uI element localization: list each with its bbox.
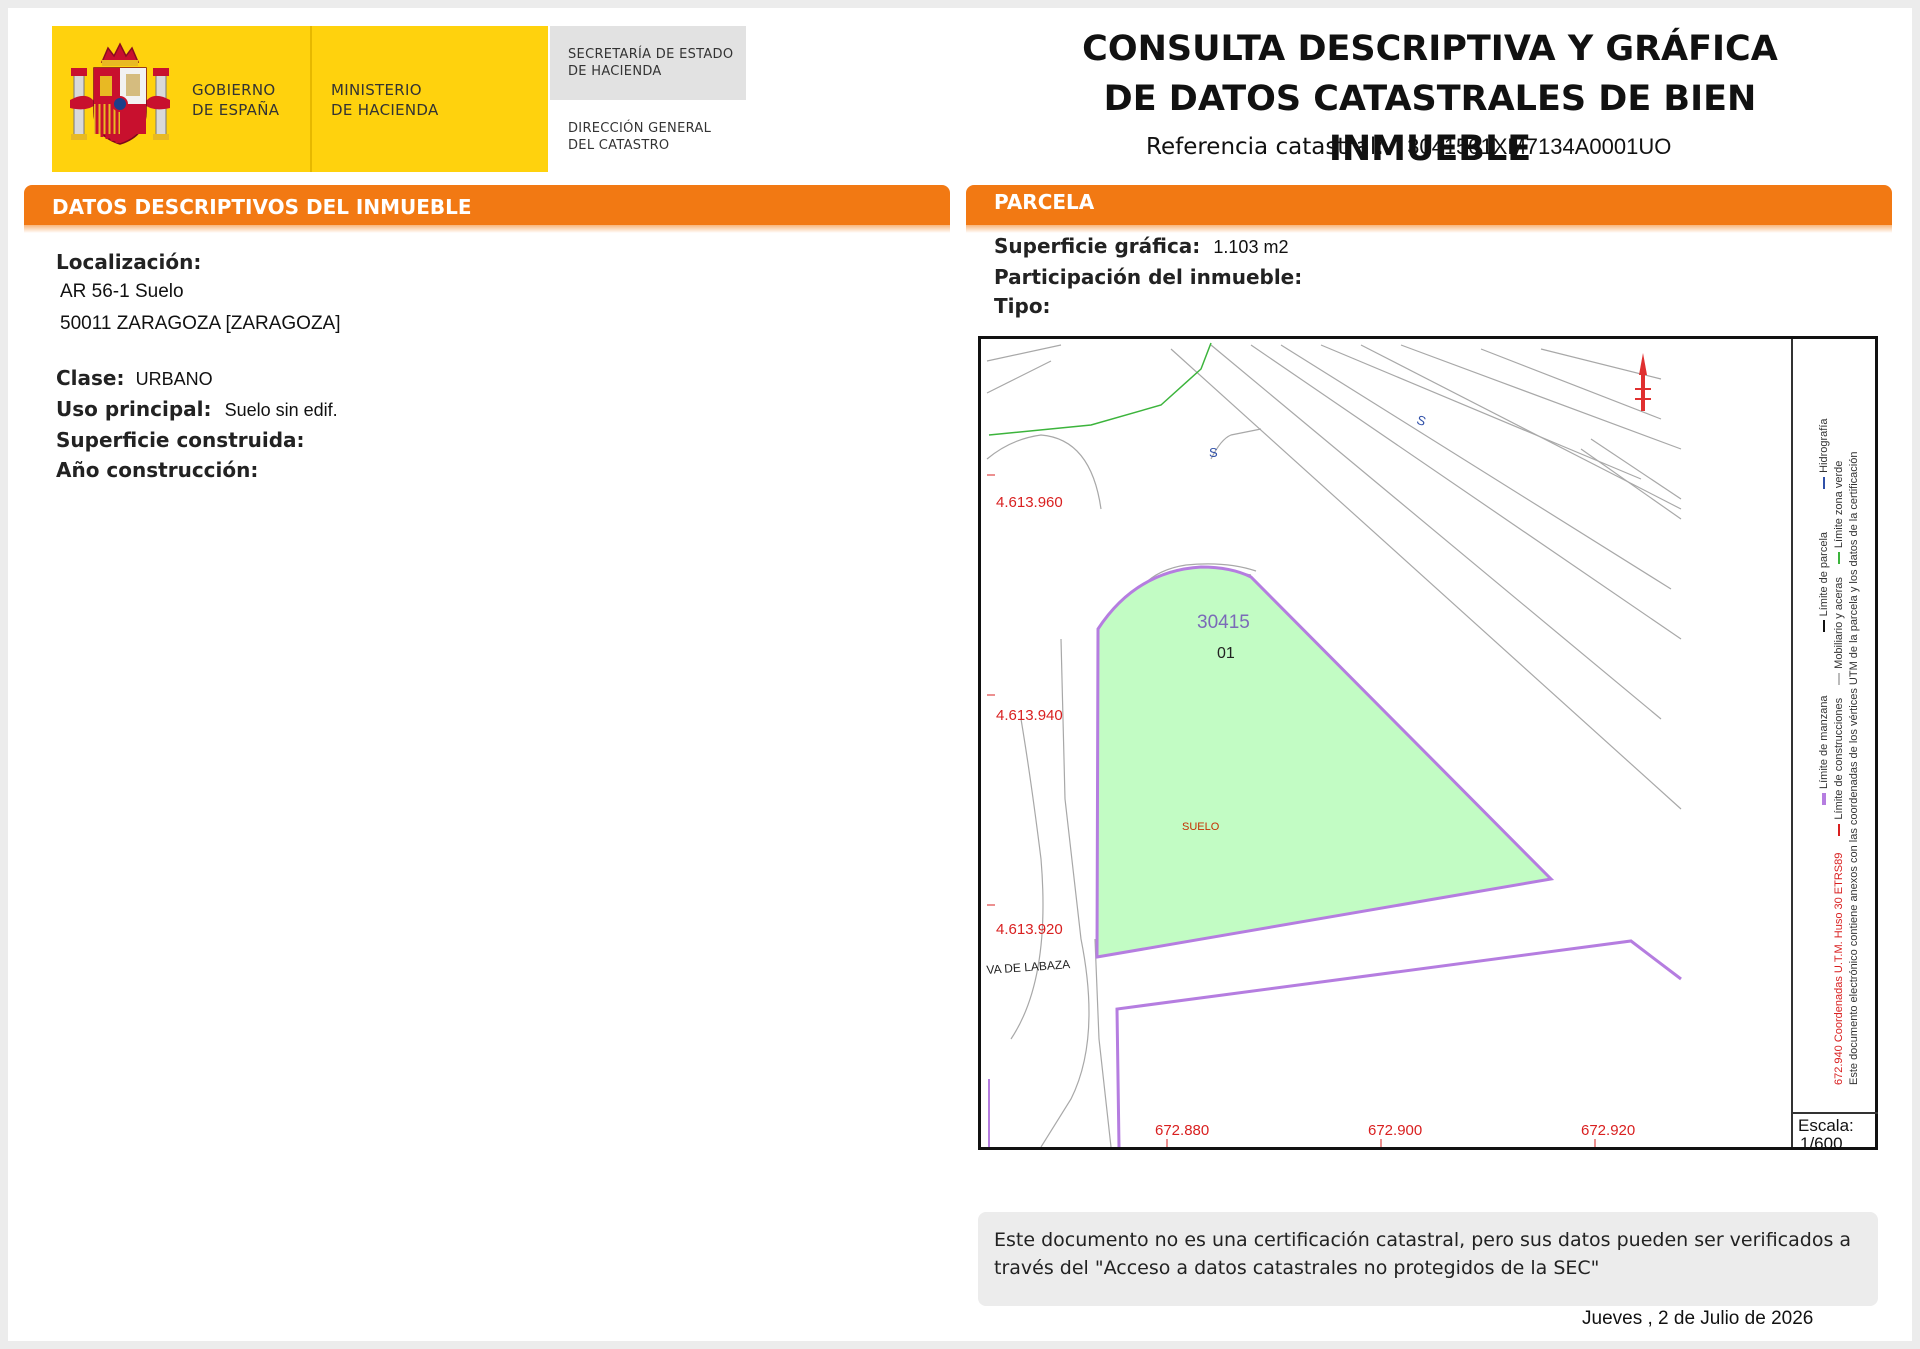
legend-limite-parcela: Límite de parcela (1818, 531, 1830, 617)
clase-label: Clase: (56, 366, 125, 390)
legend-swatch-manzana (1822, 793, 1827, 805)
y-coordinate-label: 4.613.940 (996, 707, 1063, 724)
tipo-label: Tipo: (994, 294, 1051, 318)
uso-label: Uso principal: (56, 397, 212, 421)
legend-swatch-zona-verde (1838, 552, 1841, 565)
localizacion-label: Localización: (56, 250, 202, 274)
superficie-construida-label: Superficie construida: (56, 428, 305, 452)
direccion-label: DIRECCIÓN GENERAL DEL CATASTRO (568, 120, 711, 154)
superficie-grafica-value: 1.103 m2 (1213, 237, 1289, 257)
referencia-catastral: Referencia catastral: 3041501XM7134A0001… (1146, 134, 1706, 160)
notice-line1: Este documento no es una certificación c… (994, 1229, 1852, 1251)
legend-swatch-mobiliario (1838, 672, 1841, 685)
coat-of-arms-icon (70, 42, 170, 145)
x-coordinate-label: 672.920 (1581, 1122, 1636, 1139)
legend-separator (1791, 339, 1793, 1147)
superficie-grafica-label: Superficie gráfica: (994, 234, 1201, 258)
referencia-label: Referencia catastral: (1146, 134, 1385, 160)
uso-value: Suelo sin edif. (224, 400, 338, 420)
legend-coords: 672.940 Coordenadas U.T.M. Huso 30 ETRS8… (1833, 852, 1845, 1085)
section-bar-datos-descriptivos: DATOS DESCRIPTIVOS DEL INMUEBLE (24, 185, 950, 233)
title-line1: CONSULTA DESCRIPTIVA Y GRÁFICA (1082, 29, 1778, 69)
legend-row-2: 672.940 Coordenadas U.T.M. Huso 30 ETRS8… (1833, 365, 1845, 1085)
document-date: Jueves , 2 de Julio de 2026 (1582, 1308, 1814, 1329)
direccion-line2: DEL CATASTRO (568, 138, 670, 153)
participacion-label: Participación del inmueble: (994, 265, 1303, 289)
x-coordinate-label: 672.900 (1368, 1122, 1423, 1139)
escala-separator (1792, 1112, 1878, 1114)
uso-row: Uso principal: Suelo sin edif. (56, 397, 338, 421)
notice-line2: través del "Acceso a datos catastrales n… (994, 1257, 1600, 1279)
section-bar-parcela: PARCELA (966, 185, 1892, 233)
y-coordinate-label: 4.613.920 (996, 921, 1063, 938)
legend-mobiliario: Mobiliario y aceras (1833, 577, 1845, 669)
secretaria-line2: DE HACIENDA (568, 64, 662, 79)
suelo-label: SUELO (1182, 821, 1220, 833)
secretaria-label: SECRETARÍA DE ESTADO DE HACIENDA (568, 46, 733, 80)
s-marker: S (1209, 445, 1218, 460)
legend-doc-note: Este documento electrónico contiene anex… (1848, 451, 1860, 1085)
localizacion-line2: 50011 ZARAGOZA [ZARAGOZA] (60, 313, 341, 334)
y-coordinate-label: 4.613.960 (996, 494, 1063, 511)
escala-value: 1/600 (1800, 1134, 1843, 1153)
localizacion-line1: AR 56-1 Suelo (60, 281, 184, 302)
clase-row: Clase: URBANO (56, 366, 213, 390)
ministerio-label: MINISTERIO DE HACIENDA (331, 80, 439, 120)
gobierno-line2: DE ESPAÑA (192, 101, 280, 119)
north-arrow-icon (1635, 353, 1651, 411)
logo-divider (310, 26, 312, 172)
legend-limite-manzana: Límite de manzana (1818, 695, 1830, 789)
legend-swatch-parcela (1823, 620, 1826, 633)
parcel-polygon (1095, 565, 1555, 959)
section-title-datos: DATOS DESCRIPTIVOS DEL INMUEBLE (52, 195, 472, 219)
superficie-grafica-row: Superficie gráfica: 1.103 m2 (994, 234, 1288, 258)
verification-notice: Este documento no es una certificación c… (978, 1212, 1878, 1306)
block-boundary (1115, 939, 1682, 1147)
section-title-parcela: PARCELA (994, 190, 1095, 214)
legend-hidrografia: Hidrografía (1818, 418, 1830, 473)
subparcel-number-label: 01 (1217, 645, 1235, 662)
legend-swatch-construcciones (1838, 823, 1841, 836)
green-zone-line (988, 342, 1212, 436)
legend-swatch-hidrografia (1823, 476, 1826, 489)
anio-construccion-label: Año construcción: (56, 458, 259, 482)
gobierno-line1: GOBIERNO (192, 81, 276, 99)
direccion-line1: DIRECCIÓN GENERAL (568, 121, 712, 136)
x-coordinate-label: 672.880 (1155, 1122, 1210, 1139)
parcel-number-label: 30415 (1197, 612, 1250, 633)
legend-row-1: Límite de manzana Límite de parcela Hidr… (1818, 365, 1830, 1085)
legend-limite-construcciones: Límite de construcciones (1833, 697, 1845, 820)
ministerio-line2: DE HACIENDA (331, 101, 439, 119)
ministerio-line1: MINISTERIO (331, 81, 422, 99)
secretaria-line1: SECRETARÍA DE ESTADO (568, 47, 734, 62)
clase-value: URBANO (135, 369, 213, 389)
gobierno-label: GOBIERNO DE ESPAÑA (192, 80, 279, 120)
referencia-value: 3041501XM7134A0001UO (1407, 134, 1672, 159)
map-drawing (986, 342, 1682, 1147)
legend-limite-zona-verde: Límite zona verde (1833, 460, 1845, 549)
escala-label: Escala: (1798, 1116, 1854, 1135)
